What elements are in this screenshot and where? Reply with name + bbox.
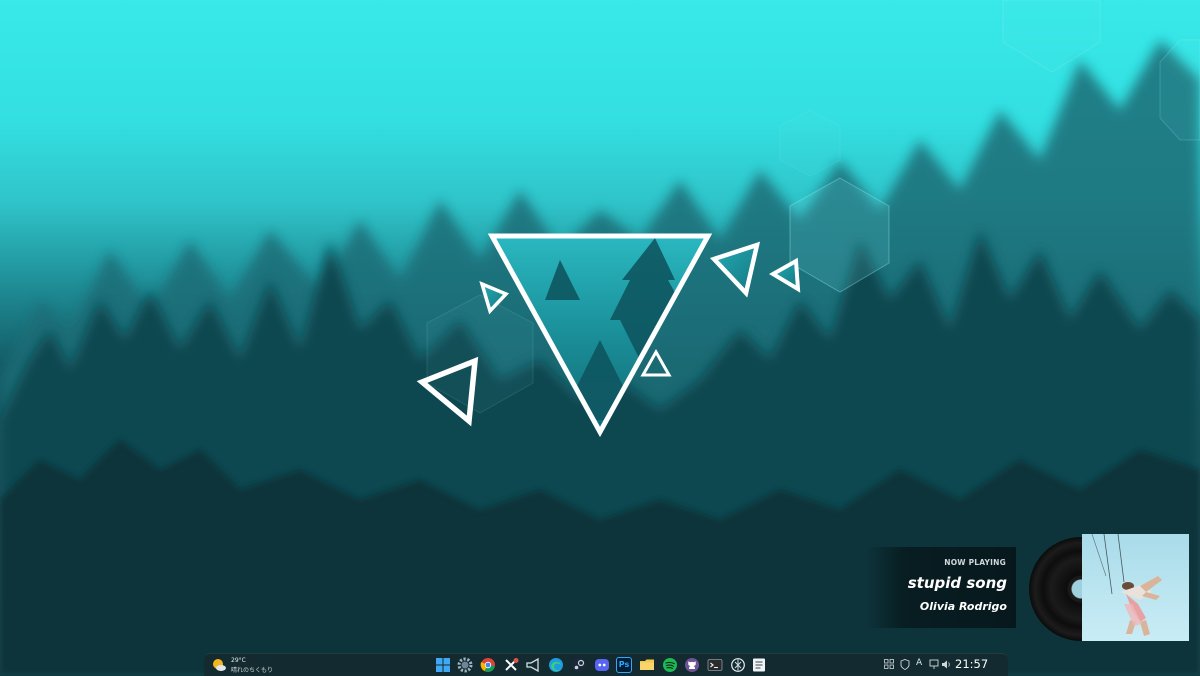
weather-condition: 晴れのちくもり [231, 667, 274, 674]
clock[interactable]: 21:57 [955, 657, 988, 671]
security-icon[interactable] [900, 659, 910, 670]
now-playing-widget[interactable]: NOW PLAYING stupid song Olivia Rodrigo [866, 547, 1016, 628]
chatgpt-icon[interactable] [730, 657, 746, 673]
file-explorer-icon[interactable] [639, 657, 655, 673]
spotify-icon[interactable] [662, 657, 678, 673]
edge-icon[interactable] [548, 657, 564, 673]
network-icon[interactable] [929, 659, 941, 670]
notepad-icon[interactable] [751, 657, 767, 673]
github-icon[interactable] [684, 657, 700, 673]
steam-icon[interactable] [571, 657, 587, 673]
ime-indicator[interactable]: A [916, 658, 922, 668]
x-icon[interactable] [503, 657, 519, 673]
photoshop-icon[interactable]: Ps [616, 657, 632, 673]
windows-start-icon[interactable] [435, 657, 451, 673]
now-playing-header: NOW PLAYING [944, 558, 1006, 567]
song-artist: Olivia Rodrigo [919, 600, 1007, 613]
settings-icon[interactable] [457, 657, 473, 673]
megaphone-icon[interactable] [525, 657, 541, 673]
song-title: stupid song [907, 574, 1007, 592]
desktop-wallpaper [0, 0, 1200, 675]
album-art-image [1091, 534, 1162, 636]
album-art[interactable] [1082, 534, 1189, 641]
weather-temperature: 29°C [231, 657, 246, 664]
weather-sun-cloud-icon [213, 659, 226, 671]
tray-overflow-icon[interactable] [884, 659, 894, 669]
chrome-icon[interactable] [480, 657, 496, 673]
wallpaper-scene [0, 0, 1200, 675]
taskbar: 29°C 晴れのちくもり Ps A 21:57 [204, 653, 1008, 676]
volume-icon[interactable] [941, 659, 951, 670]
discord-icon[interactable] [594, 657, 610, 673]
weather-widget[interactable]: 29°C 晴れのちくもり [210, 656, 280, 674]
terminal-icon[interactable] [707, 657, 723, 673]
